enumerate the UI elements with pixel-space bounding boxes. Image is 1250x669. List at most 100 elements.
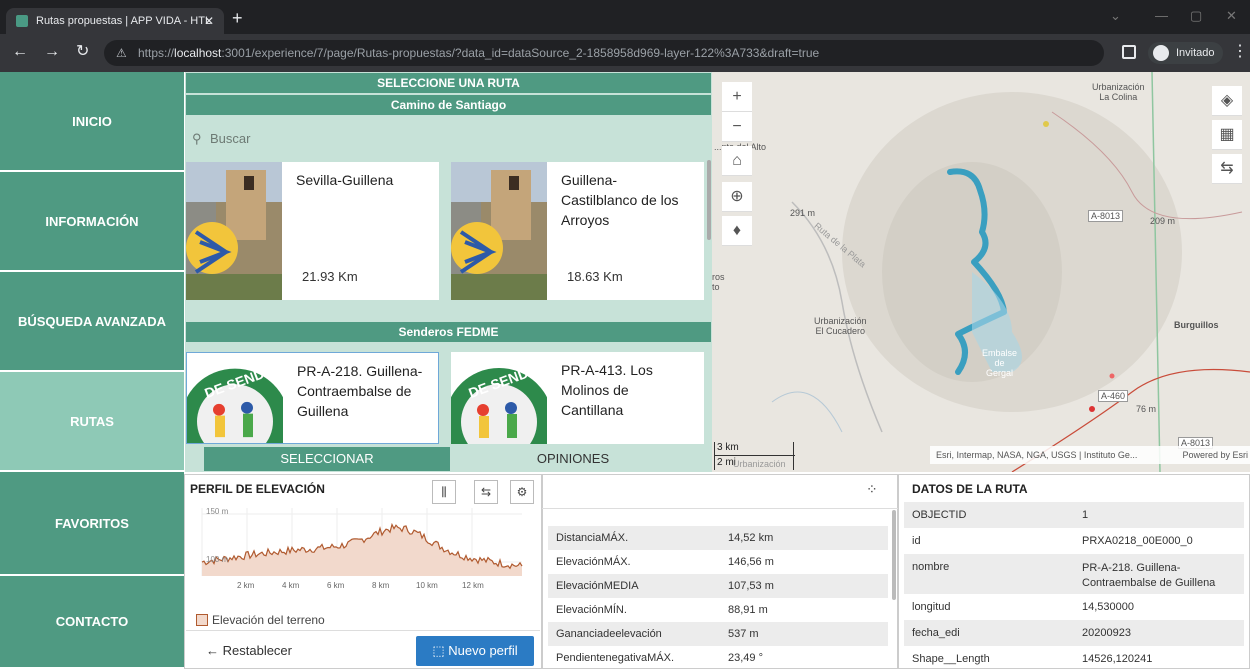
reload-icon[interactable]: ↻ bbox=[76, 42, 89, 62]
stats-row: ElevaciónMÍN. 88,91 m bbox=[548, 598, 888, 622]
basemap-icon[interactable]: ▦ bbox=[1212, 120, 1242, 150]
powered-by[interactable]: Powered by Esri bbox=[1182, 446, 1248, 464]
site-info-icon[interactable]: ⚠ bbox=[116, 40, 127, 66]
x-tick: 12 km bbox=[462, 581, 484, 590]
stat-key: Gananciadeelevación bbox=[556, 628, 662, 640]
x-tick: 4 km bbox=[282, 581, 300, 590]
sidebar-item-informacion[interactable]: INFORMACIÓN bbox=[0, 172, 184, 272]
stat-value: 146,56 m bbox=[728, 556, 774, 568]
sidebar-item-label: INFORMACIÓN bbox=[45, 213, 139, 229]
menu-icon[interactable]: ⋮ bbox=[1232, 42, 1248, 62]
sidebar-item-rutas[interactable]: RUTAS bbox=[0, 372, 184, 472]
tab-seleccionar[interactable]: SELECCIONAR bbox=[204, 447, 450, 471]
site-favicon-icon bbox=[16, 15, 28, 27]
close-tab-icon[interactable]: ✕ bbox=[204, 8, 214, 34]
sidepanel-icon[interactable] bbox=[1122, 45, 1136, 59]
new-tab-icon[interactable]: + bbox=[232, 9, 243, 27]
minimize-icon[interactable]: — bbox=[1155, 8, 1168, 23]
sidebar-item-inicio[interactable]: INICIO bbox=[0, 72, 184, 172]
map-label: A-8013 bbox=[1088, 210, 1124, 222]
tab-opiniones[interactable]: OPINIONES bbox=[450, 447, 696, 471]
url-scheme: https:// bbox=[138, 46, 175, 60]
legend-swatch bbox=[196, 614, 208, 626]
route-card[interactable]: Sevilla-Guillena 21.93 Km bbox=[186, 162, 439, 300]
back-icon[interactable]: ← bbox=[12, 42, 28, 62]
forward-icon[interactable]: → bbox=[44, 42, 60, 62]
map-canvas bbox=[712, 72, 1250, 472]
route-title: Sevilla-Guillena bbox=[296, 172, 394, 188]
url-bar[interactable]: ⚠ https://localhost:3001/experience/7/pa… bbox=[104, 40, 1104, 66]
stats-row: PendientenegativaMÁX. 23,49 ° bbox=[548, 646, 888, 669]
stat-value: 23,49 ° bbox=[728, 652, 763, 664]
elevation-title: PERFIL DE ELEVACIÓN bbox=[190, 482, 325, 496]
layers-icon[interactable]: ◈ bbox=[1212, 86, 1242, 116]
elevation-area bbox=[202, 524, 522, 576]
zoom-out-button[interactable]: − bbox=[722, 112, 752, 142]
route-card[interactable]: Guillena-Castilblanco de los Arroyos 18.… bbox=[451, 162, 704, 300]
route-title: PR-A-218. Guillena-Contraembalse de Guil… bbox=[297, 363, 423, 419]
reset-button[interactable]: ← Restablecer bbox=[206, 643, 292, 658]
new-profile-label: Nuevo perfil bbox=[448, 643, 518, 658]
stat-value: 537 m bbox=[728, 628, 759, 640]
tab-search-icon[interactable]: ⌄ bbox=[1110, 8, 1121, 24]
route-header: SELECCIONE UNA RUTA bbox=[186, 73, 711, 93]
home-icon[interactable]: ⌂ bbox=[722, 146, 752, 176]
map-label: A-460 bbox=[1098, 390, 1129, 402]
data-value: PR-A-218. Guillena-Contraembalse de Guil… bbox=[1082, 562, 1216, 589]
data-row: longitud 14,530000 bbox=[904, 594, 1244, 620]
sidebar-item-label: FAVORITOS bbox=[55, 515, 129, 531]
window-close-icon[interactable]: ✕ bbox=[1226, 8, 1237, 24]
compass-icon[interactable]: ♦ bbox=[722, 216, 752, 246]
data-row: fecha_edi 20200923 bbox=[904, 620, 1244, 646]
stat-value: 14,52 km bbox=[728, 532, 774, 544]
swap-icon[interactable]: ⇆ bbox=[474, 480, 498, 504]
map-view[interactable]: ...nte del Alto 291 m Ruta de la Plata U… bbox=[712, 72, 1250, 472]
measure-icon[interactable]: ⇆ bbox=[1212, 154, 1242, 184]
browser-tab[interactable]: Rutas propuestas | APP VIDA - HTL ✕ bbox=[6, 8, 224, 34]
data-row: Shape__Length 14526,120241 bbox=[904, 646, 1244, 669]
data-key: Shape__Length bbox=[912, 653, 990, 665]
url-host: localhost bbox=[174, 46, 222, 60]
map-label: Urbanización La Colina bbox=[1092, 82, 1145, 102]
sidebar-item-favoritos[interactable]: FAVORITOS bbox=[0, 472, 184, 576]
stat-key: ElevaciónMEDIA bbox=[556, 580, 639, 592]
route-photo bbox=[451, 162, 547, 300]
grid-view-icon[interactable]: ⁘ bbox=[866, 481, 878, 498]
sidebar-item-contacto[interactable]: CONTACTO bbox=[0, 576, 184, 669]
sidebar-item-label: RUTAS bbox=[70, 413, 114, 429]
settings-icon[interactable]: ⚙ bbox=[510, 480, 534, 504]
stats-scrollbar[interactable] bbox=[892, 510, 896, 600]
stat-key: PendientenegativaMÁX. bbox=[556, 652, 675, 664]
x-tick: 2 km bbox=[237, 581, 255, 590]
scale-overlap-label: Urbanización bbox=[733, 459, 786, 469]
search-input[interactable]: ⚲ Buscar bbox=[186, 124, 711, 154]
scale-line bbox=[715, 455, 795, 456]
map-label: ros to bbox=[712, 272, 725, 292]
profile-button[interactable]: Invitado bbox=[1148, 42, 1223, 64]
sidebar-item-busqueda[interactable]: BÚSQUEDA AVANZADA bbox=[0, 272, 184, 372]
route-distance: 21.93 Km bbox=[302, 269, 358, 284]
arrow-left-icon: ← bbox=[206, 643, 223, 658]
card-scrollbar[interactable] bbox=[707, 160, 711, 240]
divider bbox=[186, 630, 540, 631]
route-card[interactable]: DE SENDER PR-A-218. Guillena-Contraembal… bbox=[186, 352, 439, 444]
x-tick: 10 km bbox=[416, 581, 438, 590]
chart-bars-icon[interactable]: ⫼ bbox=[432, 480, 456, 504]
data-row: OBJECTID 1 bbox=[904, 502, 1244, 528]
route-card[interactable]: DE SENDER PR-A-413. Los Molinos de Canti… bbox=[451, 352, 704, 444]
map-label: Embalse de Gergal bbox=[982, 348, 1018, 378]
data-value: 14,530000 bbox=[1082, 601, 1134, 613]
sidebar-item-label: CONTACTO bbox=[55, 614, 129, 629]
zoom-in-button[interactable]: + bbox=[722, 82, 752, 112]
fedme-logo: DE SENDER bbox=[187, 353, 283, 443]
data-key: OBJECTID bbox=[912, 509, 967, 521]
fedme-logo: DE SENDER bbox=[451, 352, 547, 444]
elevation-chart: 150 m 100 m 2 km 4 km 6 km 8 km 10 km 12… bbox=[201, 507, 523, 590]
stats-row: Gananciadeelevación 537 m bbox=[548, 622, 888, 646]
map-attribution: Esri, Intermap, NASA, NGA, USGS | Instit… bbox=[930, 446, 1250, 464]
new-profile-button[interactable]: ⬚ Nuevo perfil bbox=[416, 636, 534, 666]
maximize-icon[interactable]: ▢ bbox=[1190, 8, 1202, 24]
divider bbox=[542, 508, 898, 509]
data-row: nombre PR-A-218. Guillena-Contraembalse d… bbox=[904, 554, 1244, 594]
locate-icon[interactable]: ⊕ bbox=[722, 182, 752, 212]
